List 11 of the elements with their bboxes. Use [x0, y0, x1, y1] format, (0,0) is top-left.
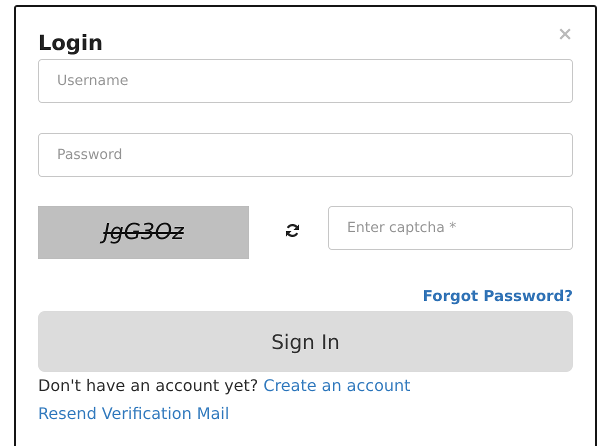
create-account-link[interactable]: Create an account — [263, 376, 410, 395]
captcha-image: JgG3Oz — [38, 206, 249, 259]
sign-in-button[interactable]: Sign In — [38, 311, 573, 372]
username-field[interactable]: Username — [38, 59, 573, 103]
resend-verification-link[interactable]: Resend Verification Mail — [38, 404, 230, 423]
refresh-icon[interactable] — [285, 223, 300, 238]
forgot-password-link[interactable]: Forgot Password? — [422, 287, 573, 305]
password-field[interactable]: Password — [38, 133, 573, 177]
signup-prompt: Don't have an account yet? — [38, 376, 258, 395]
dialog-title: Login — [38, 30, 103, 57]
captcha-field[interactable]: Enter captcha * — [328, 206, 573, 250]
